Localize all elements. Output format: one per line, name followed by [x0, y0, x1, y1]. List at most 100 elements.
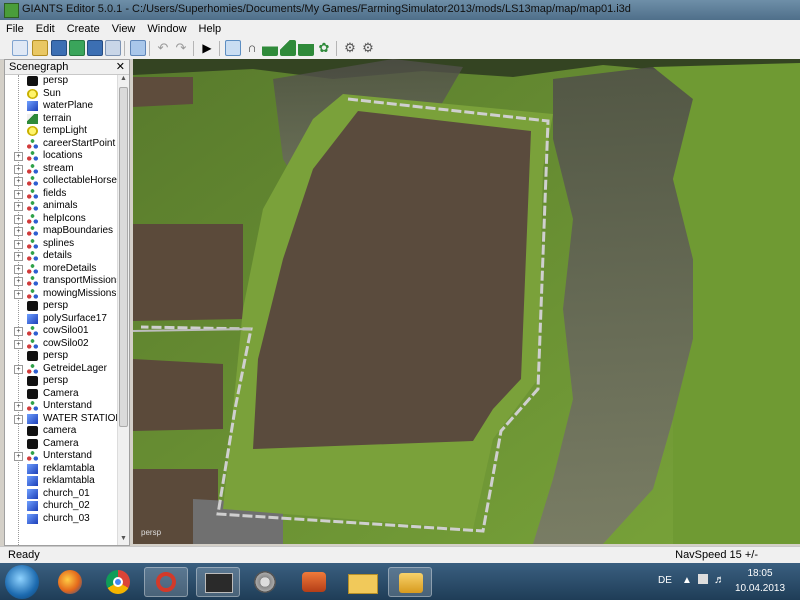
expand-icon[interactable]: + — [14, 202, 23, 211]
tree-node[interactable]: + fields — [5, 188, 117, 201]
open-icon[interactable] — [32, 40, 48, 56]
3d-viewport[interactable]: persp — [133, 59, 800, 544]
expand-icon[interactable]: + — [14, 264, 23, 274]
tree-node[interactable]: + Unterstand — [5, 450, 117, 463]
scroll-thumb[interactable] — [119, 87, 128, 427]
tree-node[interactable]: + moreDetails — [5, 263, 117, 276]
video-icon[interactable] — [292, 567, 336, 597]
tree-node[interactable]: + stream — [5, 163, 117, 176]
menu-create[interactable]: Create — [61, 20, 106, 35]
network-icon[interactable] — [698, 574, 708, 584]
tree-node[interactable]: church_01 — [5, 488, 117, 501]
show-hidden-icons-icon[interactable]: ▲ — [682, 575, 692, 586]
audio-editor-icon[interactable] — [196, 567, 240, 597]
giants-editor-icon[interactable] — [388, 567, 432, 597]
tree-node[interactable]: reklamtabla — [5, 463, 117, 476]
clock-date[interactable]: 10.04.2013 — [730, 583, 790, 594]
foliage-paint-icon[interactable] — [298, 40, 314, 56]
play-icon[interactable]: ▶ — [199, 40, 215, 56]
save-icon[interactable] — [51, 40, 67, 56]
tree-node[interactable]: waterPlane — [5, 100, 117, 113]
tree-node[interactable]: + cowSilo02 — [5, 338, 117, 351]
expand-icon[interactable]: + — [14, 339, 23, 349]
expand-icon[interactable]: + — [14, 214, 23, 224]
save-as-icon[interactable] — [87, 40, 103, 56]
tree-node[interactable]: persp — [5, 75, 117, 88]
volume-icon[interactable]: ♬ — [714, 574, 725, 586]
tree-node[interactable]: + locations — [5, 150, 117, 163]
tree-node[interactable]: church_02 — [5, 500, 117, 513]
media-icon[interactable] — [244, 567, 288, 597]
expand-icon[interactable]: + — [14, 239, 23, 249]
tree-node[interactable]: persp — [5, 375, 117, 388]
tree-node[interactable]: persp — [5, 350, 117, 363]
tree-node[interactable]: reklamtabla — [5, 475, 117, 488]
tree-node[interactable]: + WATER STATION — [5, 413, 117, 426]
expand-icon[interactable]: + — [14, 227, 23, 236]
tree-node[interactable]: + mowingMissions — [5, 288, 117, 301]
tree-node[interactable]: + cowSilo01 — [5, 325, 117, 338]
tree-node[interactable]: + collectableHorses — [5, 175, 117, 188]
expand-icon[interactable]: + — [14, 327, 23, 336]
tree-node[interactable]: + animals — [5, 200, 117, 213]
expand-icon[interactable]: + — [14, 189, 23, 199]
undo-icon[interactable]: ↶ — [155, 40, 171, 56]
tree-node[interactable]: careerStartPoint — [5, 138, 117, 151]
clock-time[interactable]: 18:05 — [730, 568, 790, 579]
language-indicator[interactable]: DE — [658, 575, 672, 586]
tree-node[interactable]: Camera — [5, 388, 117, 401]
tree-node[interactable]: terrain — [5, 113, 117, 126]
tree-node[interactable]: + mapBoundaries — [5, 225, 117, 238]
menu-file[interactable]: File — [0, 20, 30, 35]
close-icon[interactable]: ✕ — [116, 60, 125, 73]
firefox-icon[interactable] — [48, 567, 92, 597]
scenegraph-scrollbar[interactable]: ▲ ▼ — [117, 75, 129, 545]
expand-icon[interactable]: + — [14, 164, 23, 174]
expand-icon[interactable]: + — [14, 402, 23, 411]
redo-icon[interactable]: ↷ — [173, 40, 189, 56]
expand-icon[interactable]: + — [14, 152, 23, 161]
tree-node[interactable]: Camera — [5, 438, 117, 451]
terrain-sculpt-icon[interactable] — [280, 40, 296, 56]
expand-icon[interactable]: + — [14, 452, 23, 461]
expand-icon[interactable]: + — [14, 364, 23, 374]
tree-node[interactable]: camera — [5, 425, 117, 438]
tree-node[interactable]: + helpIcons — [5, 213, 117, 226]
tree-node[interactable]: Sun — [5, 88, 117, 101]
terrain-paint-icon[interactable] — [262, 40, 278, 56]
settings-alt-icon[interactable]: ⚙ — [360, 40, 376, 56]
tree-node[interactable]: persp — [5, 300, 117, 313]
refresh-icon[interactable] — [69, 40, 85, 56]
tree-node[interactable]: + Unterstand — [5, 400, 117, 413]
tree-node[interactable]: church_03 — [5, 513, 117, 526]
tree-node[interactable]: + details — [5, 250, 117, 263]
tree-node[interactable]: polySurface17 — [5, 313, 117, 326]
expand-icon[interactable]: + — [14, 177, 23, 186]
opera-icon[interactable] — [144, 567, 188, 597]
expand-icon[interactable]: + — [14, 414, 23, 424]
scroll-down-icon[interactable]: ▼ — [119, 535, 128, 545]
home-icon[interactable] — [225, 40, 241, 56]
menu-edit[interactable]: Edit — [30, 20, 61, 35]
import-icon[interactable] — [130, 40, 146, 56]
tree-node[interactable]: + splines — [5, 238, 117, 251]
chrome-icon[interactable] — [96, 567, 140, 597]
tree-node[interactable]: + transportMissions — [5, 275, 117, 288]
folder-icon[interactable] — [340, 567, 384, 597]
export-icon[interactable] — [105, 40, 121, 56]
giants-app-icon[interactable] — [4, 3, 19, 18]
plant-icon[interactable]: ✿ — [316, 40, 332, 56]
menu-window[interactable]: Window — [141, 20, 192, 35]
menu-view[interactable]: View — [106, 20, 142, 35]
start-button[interactable] — [5, 565, 39, 599]
menu-help[interactable]: Help — [193, 20, 228, 35]
scroll-up-icon[interactable]: ▲ — [119, 75, 128, 85]
new-icon[interactable] — [12, 40, 28, 56]
tree-node[interactable]: tempLight — [5, 125, 117, 138]
expand-icon[interactable]: + — [14, 289, 23, 299]
expand-icon[interactable]: + — [14, 277, 23, 286]
settings-icon[interactable]: ⚙ — [342, 40, 358, 56]
magnet-icon[interactable]: ∩ — [244, 40, 260, 56]
tree-node[interactable]: + GetreideLager — [5, 363, 117, 376]
expand-icon[interactable]: + — [14, 252, 23, 261]
